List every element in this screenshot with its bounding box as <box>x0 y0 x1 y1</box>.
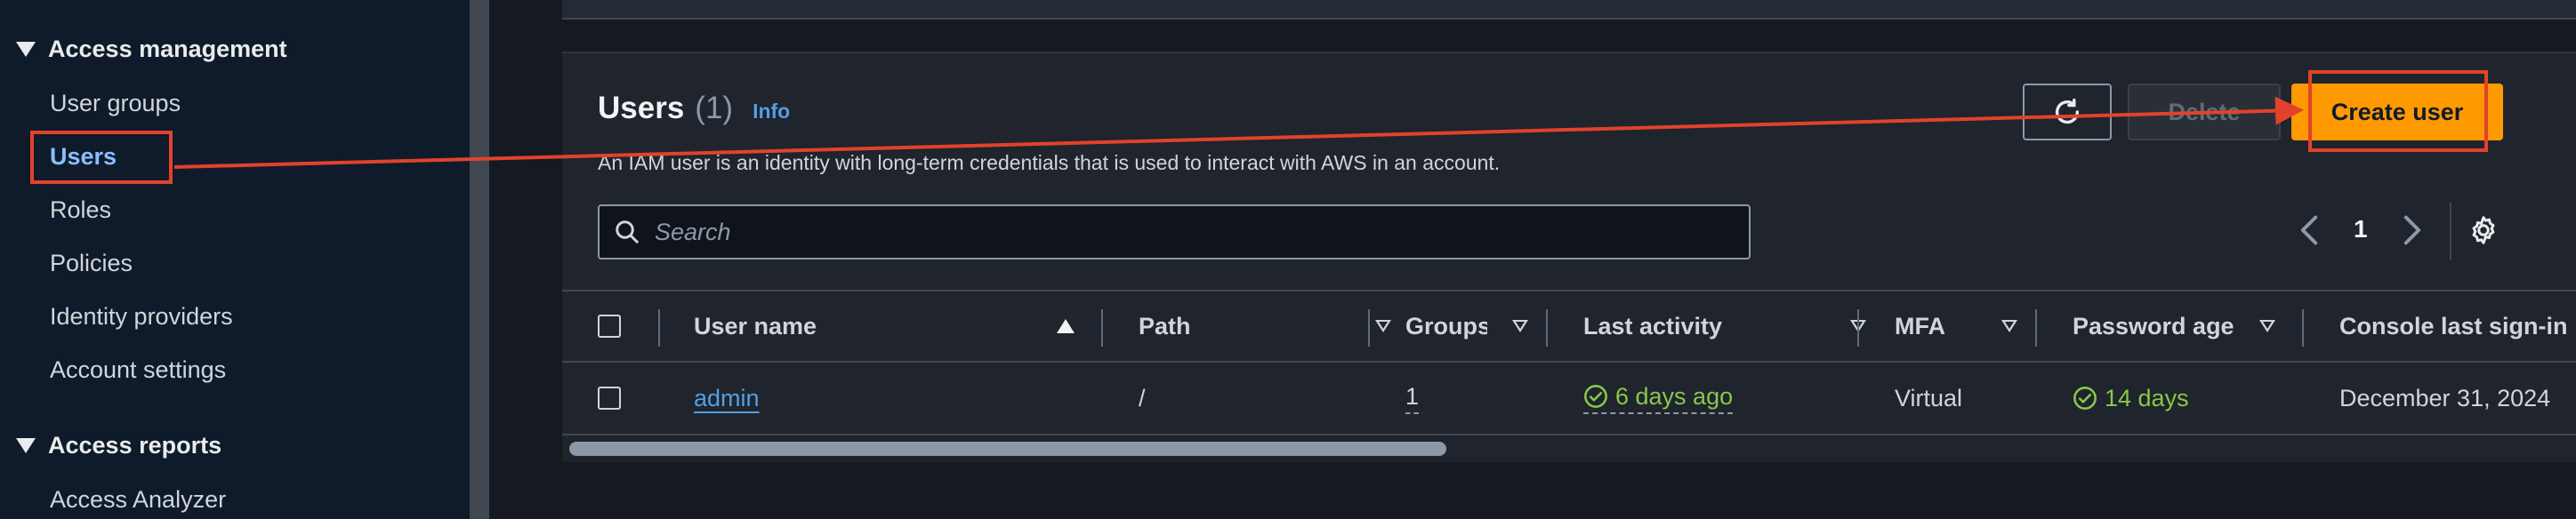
caret-down-icon <box>16 42 36 57</box>
select-all-checkbox[interactable] <box>598 291 621 361</box>
column-header-last-activity[interactable]: Last activity <box>1583 291 1866 361</box>
column-header-user-name[interactable]: User name <box>694 291 1075 361</box>
column-header-path[interactable]: Path <box>1139 291 1391 361</box>
user-count: (1) <box>695 91 734 125</box>
sort-icon[interactable] <box>1512 320 1528 332</box>
sidebar-item-policies[interactable]: Policies <box>50 250 133 277</box>
groups-cell: 1 <box>1405 363 1420 434</box>
previous-page-button[interactable] <box>2297 214 2322 251</box>
caret-down-icon <box>16 438 36 453</box>
last-activity-text: 6 days ago <box>1615 382 1734 410</box>
top-panel <box>562 0 2576 20</box>
column-header-console-last-sign-in[interactable]: Console last sign-in <box>2339 291 2576 361</box>
sidebar-item-account-settings[interactable]: Account settings <box>50 356 226 384</box>
sort-icon[interactable] <box>1375 320 1391 332</box>
check-circle-icon <box>1584 385 1607 408</box>
sidebar-section-access-reports[interactable]: Access reports <box>16 432 221 459</box>
column-label: User name <box>694 312 817 339</box>
column-label: Last activity <box>1583 312 1723 339</box>
console-last-sign-in-cell: December 31, 2024 <box>2339 384 2551 411</box>
gear-icon <box>2472 216 2495 244</box>
search-placeholder: Search <box>655 218 731 245</box>
check-circle-icon <box>2073 387 2097 410</box>
path-cell: / <box>1139 384 1146 411</box>
column-header-mfa[interactable]: MFA <box>1895 291 2017 361</box>
search-input[interactable]: Search <box>598 204 1751 260</box>
mfa-cell: Virtual <box>1895 384 1963 411</box>
refresh-icon <box>2055 98 2080 124</box>
chevron-right-icon <box>2403 215 2421 245</box>
users-panel: Users (1) Info An IAM user is an identit… <box>562 52 2576 462</box>
column-divider[interactable] <box>1857 309 1859 347</box>
page-title: Users (1) Info <box>598 91 790 126</box>
sort-icon[interactable] <box>2001 320 2017 332</box>
table-row: admin / 1 6 days ago Virtual 14 days Dec… <box>562 363 2576 435</box>
panel-description: An IAM user is an identity with long-ter… <box>598 151 1501 174</box>
user-name-link[interactable]: admin <box>694 385 760 412</box>
sidebar-item-identity-providers[interactable]: Identity providers <box>50 303 233 331</box>
password-age-value: 14 days <box>2073 385 2189 412</box>
column-divider[interactable] <box>2302 309 2304 347</box>
column-divider[interactable] <box>658 309 660 347</box>
user-name-cell: admin <box>694 363 760 434</box>
sidebar-item-access-analyzer[interactable]: Access Analyzer <box>50 486 226 514</box>
search-icon <box>616 220 639 244</box>
column-divider[interactable] <box>2035 309 2037 347</box>
last-activity-cell: 6 days ago <box>1583 363 1734 434</box>
column-label: Path <box>1139 312 1191 339</box>
horizontal-scrollbar[interactable] <box>562 437 2576 460</box>
groups-count[interactable]: 1 <box>1405 383 1420 414</box>
column-divider[interactable] <box>1368 309 1370 347</box>
column-label: Groups <box>1405 312 1487 339</box>
sidebar-item-user-groups[interactable]: User groups <box>50 90 181 117</box>
column-divider[interactable] <box>1101 309 1103 347</box>
password-age-cell: 14 days <box>2073 363 2189 434</box>
sort-icon[interactable] <box>2259 320 2275 332</box>
sidebar-scrollbar[interactable] <box>470 0 489 519</box>
annotation-highlight-create-user <box>2308 70 2488 152</box>
column-header-groups[interactable]: Groups <box>1405 291 1528 361</box>
column-label: MFA <box>1895 312 1945 339</box>
last-activity-value[interactable]: 6 days ago <box>1583 382 1734 414</box>
table-header: User name Path Groups Last activity MFA … <box>562 290 2576 363</box>
column-divider[interactable] <box>1546 309 1548 347</box>
table-preferences-button[interactable] <box>2467 214 2500 251</box>
column-header-password-age[interactable]: Password age <box>2073 291 2275 361</box>
scrollbar-thumb[interactable] <box>569 442 1446 456</box>
row-select-checkbox[interactable] <box>598 363 621 434</box>
refresh-button[interactable] <box>2023 84 2112 140</box>
info-link[interactable]: Info <box>753 100 790 124</box>
current-page-number[interactable]: 1 <box>2354 215 2368 244</box>
title-text: Users <box>598 91 685 125</box>
checkbox[interactable] <box>598 315 621 338</box>
annotation-highlight-users <box>30 131 173 184</box>
column-label: Password age <box>2073 312 2234 339</box>
pagination-divider <box>2450 203 2451 260</box>
sidebar: Access management User groups Users Role… <box>0 0 470 519</box>
sidebar-section-label: Access management <box>48 36 287 62</box>
chevron-left-icon <box>2300 215 2318 245</box>
next-page-button[interactable] <box>2400 214 2425 251</box>
sidebar-item-roles[interactable]: Roles <box>50 196 111 224</box>
sidebar-section-label: Access reports <box>48 432 222 459</box>
checkbox[interactable] <box>598 387 621 410</box>
delete-button[interactable]: Delete <box>2128 84 2281 140</box>
sort-ascending-icon[interactable] <box>1057 319 1075 333</box>
password-age-text: 14 days <box>2105 384 2189 411</box>
column-label: Console last sign-in <box>2339 312 2568 339</box>
sidebar-divider <box>489 0 493 519</box>
sidebar-section-access-management[interactable]: Access management <box>16 36 287 63</box>
